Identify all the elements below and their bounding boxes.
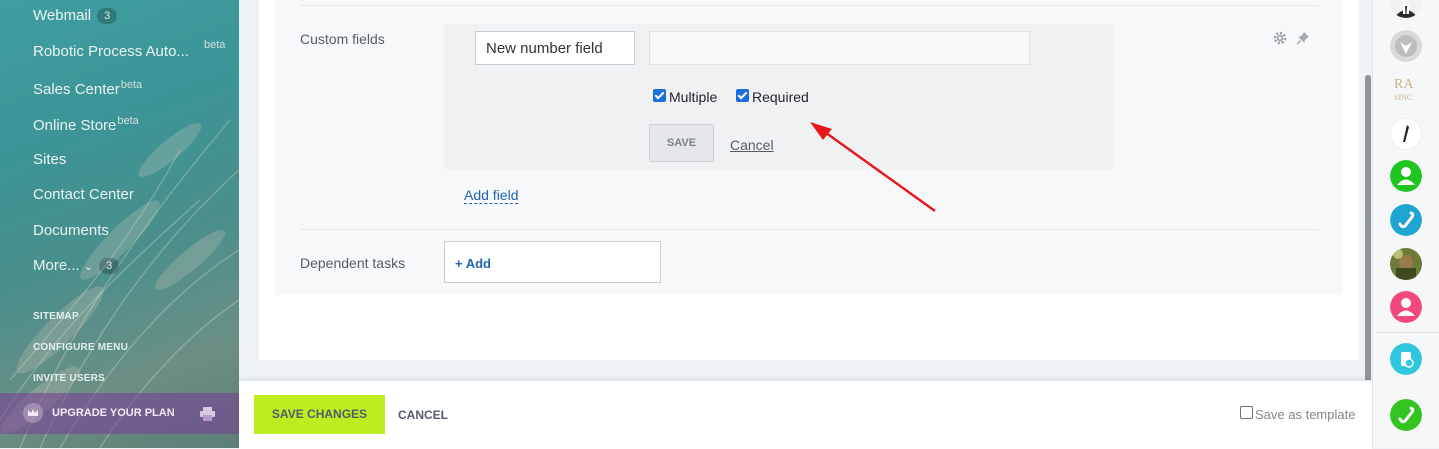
- multiple-label: Multiple: [669, 89, 718, 105]
- save-as-template-checkbox[interactable]: [1240, 406, 1253, 419]
- invite-users-link[interactable]: INVITE USERS: [33, 373, 105, 384]
- divider: [300, 229, 1318, 230]
- user-avatar-logo[interactable]: [1390, 30, 1422, 62]
- sidebar-item-label: More...: [33, 257, 80, 274]
- user-avatar-pen[interactable]: [1390, 118, 1422, 150]
- sidebar-item-contact-center[interactable]: Contact Center: [33, 186, 134, 203]
- sitemap-link[interactable]: SITEMAP: [33, 311, 79, 322]
- cancel-button[interactable]: CANCEL: [398, 408, 448, 422]
- add-field-link[interactable]: Add field: [464, 187, 519, 204]
- multiple-checkbox[interactable]: [653, 89, 666, 102]
- field-name-input[interactable]: [475, 31, 635, 65]
- crown-icon: [23, 403, 43, 423]
- svg-text:RA: RA: [1394, 77, 1414, 92]
- phone-icon-blue[interactable]: [1390, 204, 1422, 236]
- configure-menu-link[interactable]: CONFIGURE MENU: [33, 342, 128, 353]
- sidebar-item-label: Sites: [33, 151, 67, 168]
- left-sidebar: Webmail 3 Robotic Process Auto... beta Sal…: [0, 0, 239, 448]
- sidebar-item-rpa[interactable]: Robotic Process Auto... beta: [33, 39, 225, 60]
- sidebar-item-sites[interactable]: Sites: [33, 151, 66, 168]
- required-label: Required: [752, 89, 809, 105]
- beta-badge: beta: [204, 39, 226, 51]
- save-field-button[interactable]: SAVE: [649, 124, 714, 162]
- dependent-tasks-selector[interactable]: + Add: [444, 241, 661, 283]
- upgrade-plan-button[interactable]: UPGRADE YOUR PLAN: [0, 393, 239, 434]
- sidebar-item-label: Sales Center: [33, 81, 120, 98]
- phone-icon-green[interactable]: [1390, 399, 1422, 431]
- beta-badge: beta: [120, 79, 143, 91]
- user-avatar-brand[interactable]: RA SINC: [1390, 72, 1422, 104]
- sidebar-item-online-store[interactable]: Online Storebeta: [33, 115, 139, 134]
- counter-badge: 3: [97, 8, 118, 24]
- user-avatar-photo[interactable]: [1390, 248, 1422, 280]
- sidebar-item-documents[interactable]: Documents: [33, 222, 109, 239]
- field-value-input[interactable]: [649, 31, 1030, 65]
- gear-icon[interactable]: [1273, 31, 1287, 45]
- divider: [1376, 332, 1439, 333]
- save-changes-button[interactable]: SAVE CHANGES: [254, 395, 385, 434]
- cancel-field-link[interactable]: Cancel: [730, 137, 774, 153]
- dependent-tasks-label: Dependent tasks: [300, 255, 406, 271]
- custom-fields-label: Custom fields: [300, 31, 385, 47]
- counter-badge: 3: [99, 258, 120, 274]
- printer-icon[interactable]: [200, 407, 215, 421]
- divider: [300, 5, 1318, 6]
- chevron-down-icon: ⌄: [83, 261, 94, 273]
- sidebar-item-label: Contact Center: [33, 186, 134, 203]
- sidebar-item-label: Webmail: [33, 7, 92, 24]
- sidebar-item-more[interactable]: More... ⌄ 3: [33, 257, 120, 274]
- sidebar-item-webmail[interactable]: Webmail 3: [33, 7, 118, 24]
- svg-text:SINC: SINC: [1394, 93, 1412, 102]
- sidebar-item-label: Robotic Process Auto...: [33, 43, 189, 60]
- sidebar-item-sales-center[interactable]: Sales Centerbeta: [33, 79, 142, 98]
- pin-icon[interactable]: [1296, 31, 1310, 45]
- annotation-arrow: [810, 122, 936, 212]
- save-as-template-label: Save as template: [1255, 407, 1356, 422]
- upgrade-plan-label: UPGRADE YOUR PLAN: [52, 407, 175, 419]
- user-avatar-pink[interactable]: [1390, 291, 1422, 323]
- cloud-icon-teal[interactable]: [1390, 343, 1422, 375]
- user-avatar-green[interactable]: [1390, 160, 1422, 192]
- add-dependent-task-link[interactable]: + Add: [455, 256, 491, 271]
- required-checkbox[interactable]: [736, 89, 749, 102]
- sidebar-item-label: Online Store: [33, 117, 117, 134]
- sidebar-item-label: Documents: [33, 222, 109, 239]
- beta-badge: beta: [117, 115, 139, 127]
